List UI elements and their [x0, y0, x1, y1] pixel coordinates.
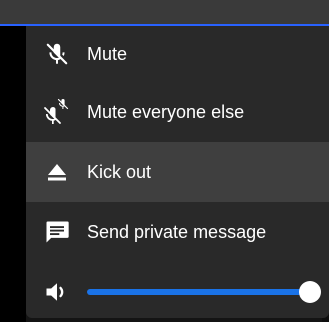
- participant-context-menu: Mute Mute everyone else Kick out Send pr…: [26, 26, 329, 318]
- top-bar: [0, 0, 329, 24]
- volume-slider-track[interactable]: [87, 289, 309, 295]
- mute-menu-item[interactable]: Mute: [26, 26, 329, 82]
- mic-off-icon: [42, 39, 72, 69]
- chat-icon: [42, 217, 72, 247]
- mute-everyone-else-menu-item[interactable]: Mute everyone else: [26, 82, 329, 142]
- volume-slider-thumb[interactable]: [299, 281, 321, 303]
- mute-label: Mute: [87, 43, 128, 64]
- kick-out-menu-item[interactable]: Kick out: [26, 142, 329, 202]
- volume-icon: [42, 277, 72, 307]
- kick-out-label: Kick out: [87, 161, 152, 182]
- mute-everyone-else-label: Mute everyone else: [87, 101, 245, 122]
- left-background: [0, 26, 26, 322]
- volume-row: [26, 269, 329, 313]
- send-private-message-menu-item[interactable]: Send private message: [26, 202, 329, 262]
- mute-others-icon: [42, 97, 72, 127]
- send-private-message-label: Send private message: [87, 221, 267, 242]
- eject-icon: [42, 157, 72, 187]
